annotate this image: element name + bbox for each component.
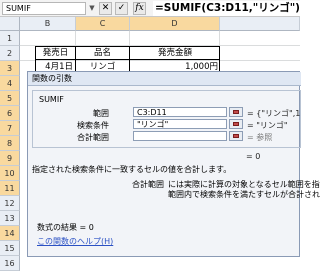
row-header[interactable]: 3 — [0, 61, 20, 76]
dialog-title[interactable]: 関数の引数 — [28, 72, 301, 86]
row-header[interactable]: 4 — [0, 76, 20, 91]
row-header[interactable]: 12 — [0, 196, 20, 211]
row-header[interactable]: 7 — [0, 121, 20, 136]
argument-description-line2: 範囲内で検索条件を満たすセルが合計され — [168, 190, 320, 199]
formula-result: 数式の結果 = 0 — [37, 223, 94, 232]
criteria-input[interactable]: "リンゴ" — [133, 119, 227, 129]
row-header[interactable]: 13 — [0, 211, 20, 226]
table-header-date[interactable]: 発売日 — [36, 46, 75, 60]
row-header[interactable]: 5 — [0, 91, 20, 106]
row-header[interactable]: 11 — [0, 181, 20, 196]
row-header[interactable]: 2 — [0, 46, 20, 61]
sum-range-result: = 参照 — [247, 133, 273, 142]
criteria-result: = "リンゴ" — [247, 121, 288, 130]
row-header[interactable]: 14 — [0, 226, 20, 241]
column-header-c[interactable]: C — [76, 17, 130, 31]
row-header[interactable]: 15 — [0, 241, 20, 256]
help-link[interactable]: この関数のヘルプ(H) — [37, 236, 113, 247]
row-header[interactable]: 10 — [0, 166, 20, 181]
formula-input[interactable]: =SUMIF(C3:D11,"リンゴ") — [153, 1, 300, 16]
row-header[interactable]: 8 — [0, 136, 20, 151]
table-header-item[interactable]: 品名 — [76, 46, 129, 60]
field-label-sum-range: 合計範囲 — [77, 133, 109, 142]
table-header-amount[interactable]: 発売金額 — [130, 46, 220, 60]
cancel-icon[interactable]: ✕ — [99, 2, 112, 15]
total-result: = 0 — [246, 152, 261, 161]
argument-name: 合計範囲 — [132, 180, 164, 189]
collapse-dialog-icon[interactable] — [229, 107, 243, 117]
row-header[interactable]: 16 — [0, 256, 20, 271]
field-label-criteria: 検索条件 — [77, 121, 109, 130]
arguments-group: SUMIF 範囲 C3:D11 = {"リンゴ",1 検索条件 "リンゴ" = … — [32, 90, 301, 148]
function-arguments-dialog: 関数の引数 SUMIF 範囲 C3:D11 = {"リンゴ",1 検索条件 "リ… — [27, 71, 320, 257]
sum-range-input[interactable] — [133, 131, 227, 141]
column-header-e[interactable] — [220, 17, 300, 31]
formula-bar: SUMIF ▼ ✕ ✓ fx =SUMIF(C3:D11,"リンゴ") — [0, 0, 300, 17]
row-header[interactable]: 1 — [0, 31, 20, 46]
field-label-range: 範囲 — [93, 109, 109, 118]
chevron-down-icon[interactable]: ▼ — [88, 3, 96, 14]
function-name: SUMIF — [39, 95, 64, 104]
row-header[interactable]: 6 — [0, 106, 20, 121]
select-all-corner[interactable] — [0, 17, 20, 31]
insert-function-icon[interactable]: fx — [133, 2, 146, 15]
range-input[interactable]: C3:D11 — [133, 107, 227, 117]
collapse-dialog-icon[interactable] — [229, 119, 243, 129]
enter-icon[interactable]: ✓ — [115, 2, 128, 15]
column-header-b[interactable]: B — [20, 17, 76, 31]
function-description: 指定された検索条件に一致するセルの値を合計します。 — [32, 165, 232, 174]
row-header[interactable]: 9 — [0, 151, 20, 166]
column-header-d[interactable]: D — [130, 17, 220, 31]
collapse-dialog-icon[interactable] — [229, 131, 243, 141]
name-box[interactable]: SUMIF — [2, 2, 86, 15]
range-result: = {"リンゴ",1 — [247, 109, 300, 118]
